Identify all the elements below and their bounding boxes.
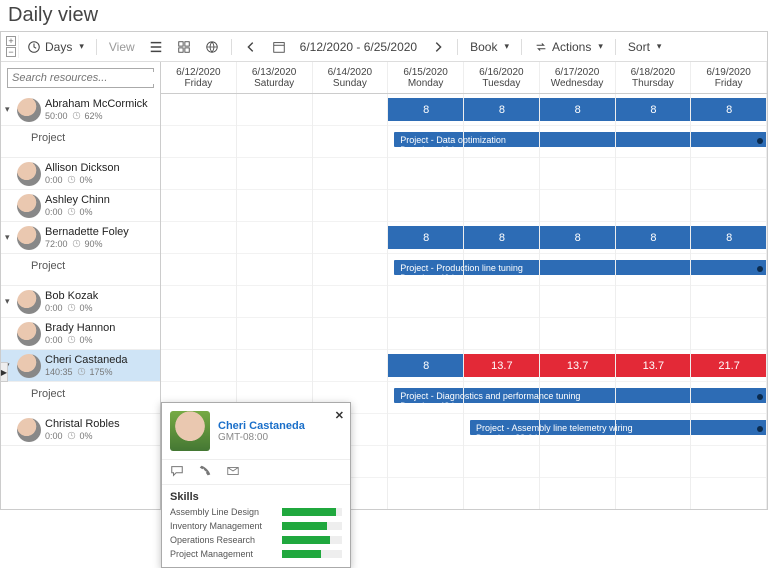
skill-row: Operations Research <box>170 533 342 547</box>
prev-button[interactable] <box>238 38 264 56</box>
skills-heading: Skills <box>170 491 342 503</box>
project-row: Project <box>1 254 160 286</box>
grid-icon <box>177 40 191 54</box>
resource-name: Christal Robles <box>45 418 120 431</box>
resource-meta: 0:00 0% <box>45 335 115 345</box>
calendar-icon <box>272 40 286 54</box>
globe-icon <box>205 40 219 54</box>
avatar <box>17 162 41 186</box>
project-row: Project <box>1 382 160 414</box>
list-icon <box>149 40 163 54</box>
expand-all-icon[interactable]: + <box>6 36 16 46</box>
collapse-all-icon[interactable]: − <box>6 47 16 57</box>
avatar <box>17 290 41 314</box>
resource-name: Cheri Castaneda <box>45 354 128 367</box>
avatar <box>17 354 41 378</box>
resource-row[interactable]: Allison Dickson0:00 0% <box>1 158 160 190</box>
column-header[interactable]: 6/12/2020Friday <box>161 62 237 93</box>
sort-dropdown[interactable]: Sort <box>622 38 668 56</box>
expand-icon[interactable]: ▾ <box>5 296 13 307</box>
column-header[interactable]: 6/15/2020Monday <box>388 62 464 93</box>
search-input[interactable] <box>12 72 155 84</box>
card-name: Cheri Castaneda <box>218 420 305 432</box>
avatar <box>17 98 41 122</box>
resource-row[interactable]: ▾ Abraham McCormick50:00 62% <box>1 94 160 126</box>
panel-collapse-handle[interactable]: ▶ <box>0 362 8 382</box>
resource-row[interactable]: Christal Robles0:00 0% <box>1 414 160 446</box>
column-header[interactable]: 6/13/2020Saturday <box>237 62 313 93</box>
resource-row[interactable]: ▾ Bob Kozak0:00 0% <box>1 286 160 318</box>
view-label: View <box>103 38 141 56</box>
toolbar: + − Days View 6/12/2020 - 6/25/2020 Book… <box>1 32 767 62</box>
phone-icon[interactable] <box>198 464 212 478</box>
resource-meta: 0:00 0% <box>45 207 110 217</box>
column-header[interactable]: 6/16/2020Tuesday <box>464 62 540 93</box>
resource-card: ✕ Cheri Castaneda GMT-08:00 Skills Assem… <box>161 402 351 568</box>
search-box[interactable] <box>7 68 154 88</box>
resource-name: Ashley Chinn <box>45 194 110 207</box>
skill-row: Project Management <box>170 547 342 561</box>
card-timezone: GMT-08:00 <box>218 432 305 443</box>
chevron-right-icon <box>431 40 445 54</box>
chevron-left-icon <box>244 40 258 54</box>
column-header[interactable]: 6/19/2020Friday <box>691 62 767 93</box>
resource-row[interactable]: Ashley Chinn0:00 0% <box>1 190 160 222</box>
resource-name: Allison Dickson <box>45 162 120 175</box>
resource-panel: ▾Abraham McCormick50:00 62%ProjectAlliso… <box>1 62 161 509</box>
mail-icon[interactable] <box>226 464 240 478</box>
resource-name: Bernadette Foley <box>45 226 129 239</box>
clock-icon <box>27 40 41 54</box>
expand-icon[interactable]: ▾ <box>5 232 13 243</box>
column-header[interactable]: 6/18/2020Thursday <box>616 62 692 93</box>
resource-name: Brady Hannon <box>45 322 115 335</box>
column-header[interactable]: 6/14/2020Sunday <box>313 62 389 93</box>
days-dropdown[interactable]: Days <box>21 38 90 56</box>
view-grid-icon[interactable] <box>171 38 197 56</box>
skill-row: Assembly Line Design <box>170 505 342 519</box>
resource-meta: 0:00 0% <box>45 175 120 185</box>
avatar <box>170 411 210 451</box>
next-button[interactable] <box>425 38 451 56</box>
actions-dropdown[interactable]: Actions <box>528 38 609 56</box>
avatar <box>17 194 41 218</box>
view-list-icon[interactable] <box>143 38 169 56</box>
view-map-icon[interactable] <box>199 38 225 56</box>
book-dropdown[interactable]: Book <box>464 38 515 56</box>
resource-meta: 140:35 175% <box>45 367 128 377</box>
date-range[interactable]: 6/12/2020 - 6/25/2020 <box>294 38 423 56</box>
resource-meta: 50:00 62% <box>45 111 148 121</box>
close-icon[interactable]: ✕ <box>335 409 344 422</box>
resource-meta: 0:00 0% <box>45 431 120 441</box>
project-row: Project <box>1 126 160 158</box>
skill-row: Inventory Management <box>170 519 342 533</box>
expand-icon[interactable]: ▾ <box>5 104 13 115</box>
resource-row[interactable]: ▾ Bernadette Foley72:00 90% <box>1 222 160 254</box>
resource-row[interactable]: Brady Hannon0:00 0% <box>1 318 160 350</box>
chat-icon[interactable] <box>170 464 184 478</box>
resource-name: Abraham McCormick <box>45 98 148 111</box>
resource-row[interactable]: ▾Cheri Castaneda140:35 175% <box>1 350 160 382</box>
calendar-button[interactable] <box>266 38 292 56</box>
avatar <box>17 322 41 346</box>
avatar <box>17 418 41 442</box>
swap-icon <box>534 40 548 54</box>
page-title: Daily view <box>0 0 768 31</box>
avatar <box>17 226 41 250</box>
column-header[interactable]: 6/17/2020Wednesday <box>540 62 616 93</box>
resource-meta: 72:00 90% <box>45 239 129 249</box>
resource-name: Bob Kozak <box>45 290 98 303</box>
resource-meta: 0:00 0% <box>45 303 98 313</box>
